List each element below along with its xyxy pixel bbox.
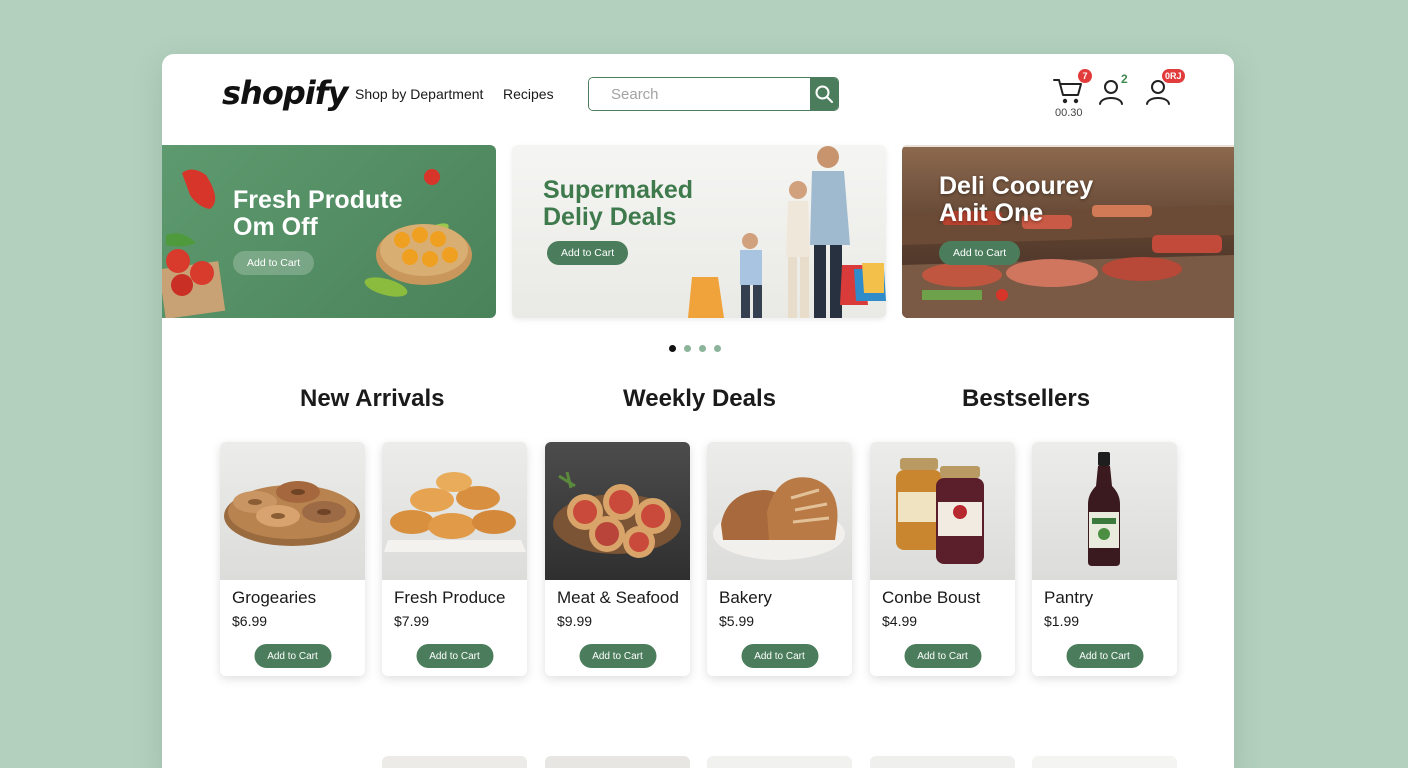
add-to-cart-button[interactable]: Add to Cart [1066, 644, 1143, 668]
product-price: $7.99 [394, 613, 430, 629]
bread-icon [713, 477, 845, 560]
search-bar [588, 77, 839, 111]
store-window: shopify Shop by Department Recipes 7 00.… [162, 54, 1234, 768]
product-name[interactable]: Conbe Boust [882, 588, 980, 608]
section-title-bestsellers: Bestsellers [962, 385, 1091, 412]
deli-counter-illustration-icon [902, 145, 1234, 318]
product-card-peek [707, 756, 852, 768]
product-image [545, 442, 690, 580]
cart-count-badge: 7 [1078, 69, 1092, 83]
product-card-peek [382, 756, 527, 768]
carousel-dots [669, 345, 721, 352]
product-card-peek [545, 756, 690, 768]
banner-title: Supermaked Deliy Deals [543, 176, 694, 231]
pizza-bites-icon [553, 471, 681, 558]
banner-add-to-cart-button[interactable]: Add to Cart [547, 241, 629, 265]
store-logo[interactable]: shopify [222, 74, 348, 112]
section-title-new-arrivals: New Arrivals [300, 385, 445, 412]
product-name[interactable]: Pantry [1044, 588, 1093, 608]
product-image [707, 442, 852, 580]
add-to-cart-button[interactable]: Add to Cart [416, 644, 493, 668]
nav-recipes[interactable]: Recipes [503, 86, 554, 102]
add-to-cart-button[interactable]: Add to Cart [254, 644, 331, 668]
product-name[interactable]: Fresh Produce [394, 588, 506, 608]
search-input[interactable] [589, 78, 810, 110]
product-name[interactable]: Meat & Seafood [557, 588, 679, 608]
cart-button[interactable] [1052, 76, 1084, 111]
pastries-icon [384, 472, 526, 552]
family-shopping-illustration-icon [688, 146, 886, 318]
add-to-cart-button[interactable]: Add to Cart [579, 644, 656, 668]
product-price: $9.99 [557, 613, 593, 629]
product-card-peek [1032, 756, 1177, 768]
product-card[interactable]: Fresh Produce $7.99 Add to Cart [382, 442, 527, 676]
banner-supermarket-deals[interactable]: Supermaked Deliy Deals Add to Cart [512, 145, 886, 318]
account-count: 2 [1121, 72, 1128, 86]
carousel-dot[interactable] [699, 345, 706, 352]
add-to-cart-button[interactable]: Add to Cart [904, 644, 981, 668]
jars-icon [896, 458, 984, 564]
product-card[interactable]: Grogearies $6.99 Add to Cart [220, 442, 365, 676]
nav-shop-by-department[interactable]: Shop by Department [355, 86, 483, 102]
banner-title: Fresh Produte Om Off [233, 186, 403, 241]
product-price: $4.99 [882, 613, 918, 629]
product-image [382, 442, 527, 580]
carousel-dot[interactable] [714, 345, 721, 352]
add-to-cart-button[interactable]: Add to Cart [741, 644, 818, 668]
product-image [1032, 442, 1177, 580]
carousel-dot[interactable] [684, 345, 691, 352]
product-image [220, 442, 365, 580]
carousel-dot[interactable] [669, 345, 676, 352]
bagels-icon [224, 481, 360, 546]
product-card[interactable]: Bakery $5.99 Add to Cart [707, 442, 852, 676]
product-card[interactable]: Conbe Boust $4.99 Add to Cart [870, 442, 1015, 676]
banner-add-to-cart-button[interactable]: Add to Cart [939, 241, 1021, 265]
product-card[interactable]: Meat & Seafood $9.99 Add to Cart [545, 442, 690, 676]
banner-add-to-cart-button[interactable]: Add to Cart [233, 251, 315, 275]
product-price: $1.99 [1044, 613, 1080, 629]
bottle-icon [1088, 452, 1120, 566]
product-image [870, 442, 1015, 580]
search-icon [815, 85, 833, 103]
product-price: $6.99 [232, 613, 268, 629]
banner-fresh-produce[interactable]: Fresh Produte Om Off Add to Cart [162, 145, 496, 318]
product-name[interactable]: Grogearies [232, 588, 316, 608]
section-title-weekly-deals: Weekly Deals [623, 385, 776, 412]
cart-total: 00.30 [1055, 107, 1083, 119]
banner-title: Deli Coourey Anit One [939, 172, 1094, 227]
product-price: $5.99 [719, 613, 755, 629]
search-button[interactable] [810, 78, 838, 110]
banner-deli-counter[interactable]: Deli Coourey Anit One Add to Cart [902, 145, 1234, 318]
profile-badge: 0RJ [1162, 69, 1185, 83]
product-card-peek [870, 756, 1015, 768]
product-name[interactable]: Bakery [719, 588, 772, 608]
product-card[interactable]: Pantry $1.99 Add to Cart [1032, 442, 1177, 676]
